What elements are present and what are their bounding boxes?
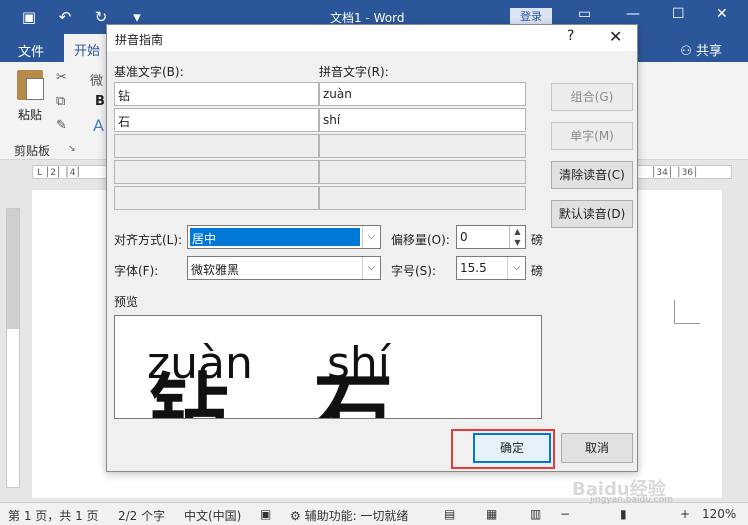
offset-value: 0 [460,230,468,244]
vertical-ruler [6,208,20,488]
cancel-button[interactable]: 取消 [561,433,633,463]
zoom-out-icon[interactable]: − [560,507,570,521]
watermark-url: jingyan.baidu.com [590,495,674,505]
status-bar: 第 1 页，共 1 页 2/2 个字 中文(中国) ▣ ⚙ 辅助功能: 一切就绪… [0,479,748,525]
phonetic-guide-dialog: 拼音指南 ? ✕ 基准文字(B): 拼音文字(R): 钻 zuàn 石 shí … [106,24,638,472]
zoom-in-icon[interactable]: + [680,507,690,521]
dialog-titlebar: 拼音指南 ? ✕ [107,25,637,51]
ok-button[interactable]: 确定 [473,433,551,463]
dialog-launcher-icon[interactable]: ↘ [68,144,76,154]
size-select[interactable]: 15.5 ⌵ [456,256,526,280]
share-label: 共享 [695,44,722,59]
login-button[interactable]: 登录 [510,8,552,25]
minimize-icon[interactable]: — [626,6,640,22]
font-box[interactable]: 微 [90,70,103,89]
accessibility-label: 辅助功能: 一切就绪 [304,509,409,523]
zoom-slider[interactable]: ▮ [620,507,627,521]
size-label: 字号(S): [391,264,437,278]
share-button[interactable]: ⚇ 共享 [680,40,722,59]
base-text-field[interactable]: 石 [114,108,319,132]
size-unit: 磅 [531,264,544,278]
alignment-label: 对齐方式(L): [114,233,183,247]
cut-icon[interactable]: ✂ [56,70,67,85]
tab-file[interactable]: 文件 [18,41,44,60]
preview-label: 预览 [114,295,139,309]
help-icon[interactable]: ? [567,28,574,44]
base-text-field[interactable] [114,134,319,158]
ruler-left-ticks: L │2│ │4│ [37,168,81,178]
ruler-right-ticks: │34│ │36│ [651,168,699,178]
save-icon[interactable]: ▣ [20,8,38,26]
base-text-field[interactable]: 钻 [114,82,319,106]
language[interactable]: 中文(中国) [184,507,241,524]
tab-home[interactable]: 开始 [64,34,111,62]
maximize-icon[interactable]: ☐ [672,6,685,22]
read-mode-icon[interactable]: ▤ [444,507,455,521]
pinyin-text-field[interactable]: zuàn [319,82,526,106]
single-char-button[interactable]: 单字(M) [551,122,633,150]
pinyin-text-field[interactable] [319,160,526,184]
clear-reading-button[interactable]: 清除读音(C) [551,161,633,189]
page-count[interactable]: 第 1 页，共 1 页 [8,507,99,524]
group-button[interactable]: 组合(G) [551,83,633,111]
print-layout-icon[interactable]: ▦ [486,507,497,521]
copy-icon[interactable]: ⧉ [56,94,65,109]
pinyin-text-field[interactable] [319,134,526,158]
bold-button[interactable]: B [95,94,105,109]
text-effects-icon[interactable]: A [93,116,104,135]
chevron-down-icon[interactable]: ⌵ [362,257,380,279]
ribbon-options-icon[interactable]: ▭ [578,6,591,22]
base-text-field[interactable] [114,160,319,184]
clipboard-group-label: 剪贴板 [14,144,51,158]
format-painter-icon[interactable]: ✎ [56,118,67,133]
pinyin-text-field[interactable] [319,186,526,210]
web-layout-icon[interactable]: ▥ [530,507,541,521]
vertical-ruler-shade [7,209,19,329]
offset-stepper[interactable]: 0 ▲ ▼ [456,225,526,249]
margin-corner-mark [674,300,700,324]
size-value: 15.5 [460,261,487,275]
paste-icon[interactable] [17,70,44,100]
accessibility-icon: ⚙ [290,509,305,523]
preview-base-char: 石 [313,365,393,419]
preview-box: zuàn shí 钻 石 [114,315,542,419]
pinyin-text-label: 拼音文字(R): [319,65,389,79]
chevron-down-icon[interactable]: ⌵ [507,257,525,279]
offset-unit: 磅 [531,233,544,247]
preview-base-char: 钻 [149,365,229,419]
accessibility-status[interactable]: ⚙ 辅助功能: 一切就绪 [290,507,408,524]
alignment-select[interactable]: 居中 ⌵ [187,225,381,249]
close-icon[interactable]: ✕ [609,27,622,46]
word-count[interactable]: 2/2 个字 [118,507,165,524]
alignment-selected: 居中 [190,228,360,246]
paste-label[interactable]: 粘贴 [18,106,42,123]
undo-icon[interactable]: ↶ [56,8,74,26]
font-select[interactable]: 微软雅黑 ⌵ [187,256,381,280]
chevron-down-icon[interactable]: ⌵ [362,226,380,248]
font-value: 微软雅黑 [191,263,240,277]
base-text-label: 基准文字(B): [114,65,184,79]
font-label: 字体(F): [114,264,159,278]
spinner-icon[interactable]: ▲ ▼ [509,226,525,248]
pinyin-text-field[interactable]: shí [319,108,526,132]
close-window-icon[interactable]: ✕ [716,6,728,22]
zoom-level[interactable]: 120% [702,507,736,521]
base-text-field[interactable] [114,186,319,210]
offset-label: 偏移量(O): [391,233,450,247]
default-reading-button[interactable]: 默认读音(D) [551,200,633,228]
user-icon: ⚇ [680,44,696,59]
dialog-title: 拼音指南 [115,33,164,47]
macro-icon[interactable]: ▣ [260,507,271,521]
